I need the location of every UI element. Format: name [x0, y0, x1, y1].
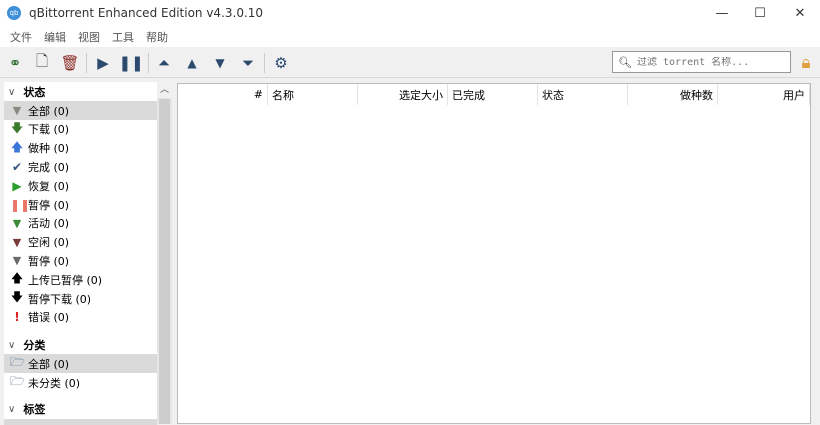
item-label: 暂停 (0) [28, 254, 70, 268]
item-label: 错误 (0) [28, 311, 70, 325]
filter-icon: ▼ [12, 235, 22, 249]
chevron-down-icon: ∨ [8, 339, 16, 351]
resume-icon[interactable]: ▶ [92, 52, 114, 74]
menu-view[interactable]: 视图 [78, 29, 100, 45]
pause-icon: ❚❚ [10, 197, 31, 212]
status-filter-item[interactable]: ! 错误 (0) [4, 308, 157, 327]
item-label: 暂停下载 (0) [28, 292, 92, 306]
item-label: 恢复 (0) [28, 179, 70, 193]
chevron-down-icon: ∨ [8, 86, 16, 98]
column-header-size[interactable]: 选定大小 [358, 84, 448, 105]
window-edge [812, 83, 820, 424]
column-header-name[interactable]: 名称 [268, 84, 358, 105]
search-box[interactable]: 🔍︎ [612, 51, 791, 73]
move-down-icon[interactable]: ▼ [209, 52, 231, 74]
status-section-header[interactable]: ∨ 状态 [4, 83, 45, 101]
filter-icon: ▼ [12, 216, 22, 230]
item-label: 下载 (0) [28, 123, 70, 137]
move-top-icon[interactable]: ⏶ [153, 52, 175, 74]
column-header-seeds[interactable]: 做种数 [628, 84, 718, 105]
item-label: 做种 (0) [28, 142, 70, 156]
status-filter-item[interactable]: 🡅 做种 (0) [4, 139, 157, 158]
maximize-button[interactable]: ☐ [742, 0, 778, 26]
column-header-status[interactable]: 状态 [538, 84, 628, 105]
item-label: 活动 (0) [28, 217, 70, 231]
column-header-peers[interactable]: 用户 [718, 84, 810, 105]
status-filter-item[interactable]: ▼ 空闲 (0) [4, 233, 157, 252]
minimize-button[interactable]: — [704, 0, 740, 26]
category-item-uncategorized[interactable]: 🗁 未分类 (0) [4, 373, 157, 392]
filter-icon: ▼ [12, 254, 22, 268]
status-filter-item[interactable]: 🡇 暂停下载 (0) [4, 289, 157, 308]
scrollbar-thumb[interactable] [159, 99, 170, 424]
item-label: 空闲 (0) [28, 236, 70, 250]
scroll-up-icon[interactable]: ︿ [157, 82, 172, 98]
title-bar: qb qBittorrent Enhanced Edition v4.3.0.1… [0, 0, 820, 26]
column-header-number[interactable]: # [178, 84, 268, 105]
menu-bar: 文件 编辑 视图 工具 帮助 [0, 26, 820, 47]
options-gear-icon[interactable]: ⚙ [270, 52, 292, 74]
sidebar-scrollbar[interactable]: ︿ [157, 82, 172, 424]
add-torrent-file-icon[interactable]: 🗋 [31, 52, 53, 74]
category-item-all[interactable]: 🗁 全部 (0) [4, 354, 157, 373]
move-bottom-icon[interactable]: ⏷ [237, 52, 259, 74]
item-label: 全部 (0) [28, 104, 70, 118]
tags-section-header[interactable]: ∨ 标签 [4, 400, 45, 418]
search-input[interactable] [636, 56, 787, 68]
check-icon: ✔ [11, 159, 23, 174]
status-filter-item[interactable]: ▼ 全部 (0) [4, 101, 157, 120]
move-up-icon[interactable]: ▲ [181, 52, 203, 74]
section-title: 标签 [23, 403, 46, 416]
arrow-up-icon: 🡅 [10, 139, 24, 154]
section-title: 状态 [23, 86, 46, 99]
section-title: 分类 [23, 339, 46, 352]
status-filter-item[interactable]: ❚❚ 暂停 (0) [4, 195, 157, 214]
lock-icon[interactable]: 🔒︎ [795, 52, 817, 74]
filter-sidebar: ∨ 状态 ▼ 全部 (0) 🡇 下载 (0) 🡅 做种 (0) ✔ 完成 (0) ▶ 恢复 (0) ❚… [4, 82, 157, 425]
menu-help[interactable]: 帮助 [146, 29, 168, 45]
menu-tools[interactable]: 工具 [112, 29, 134, 45]
toolbar: ⚭ 🗋 🗑 ▶ ❚❚ ⏶ ▲ ▼ ⏷ ⚙ 🔍︎ 🔒︎ [0, 47, 820, 78]
folder-icon: 🗁 [10, 374, 25, 388]
window-title: qBittorrent Enhanced Edition v4.3.0.10 [29, 6, 264, 20]
torrent-table: # 名称 选定大小 已完成 状态 做种数 用户 [177, 83, 811, 424]
status-filter-item[interactable]: ✔ 完成 (0) [4, 157, 157, 176]
status-filter-item[interactable]: 🡅 上传已暂停 (0) [4, 270, 157, 289]
filter-icon: ▼ [12, 104, 22, 117]
pause-icon[interactable]: ❚❚ [118, 52, 143, 74]
delete-icon[interactable]: 🗑 [59, 52, 81, 74]
category-section-header[interactable]: ∨ 分类 [4, 336, 45, 354]
item-label: 暂停 (0) [28, 198, 70, 212]
item-label: 完成 (0) [28, 160, 70, 174]
status-filter-item[interactable]: ▶ 恢复 (0) [4, 176, 157, 195]
add-torrent-link-icon[interactable]: ⚭ [4, 52, 26, 74]
item-label: 未分类 (0) [28, 376, 81, 390]
status-filter-item[interactable]: 🡇 下载 (0) [4, 120, 157, 139]
menu-edit[interactable]: 编辑 [44, 29, 66, 45]
item-label: 上传已暂停 (0) [28, 273, 103, 287]
menu-file[interactable]: 文件 [10, 29, 32, 45]
folder-icon: 🗁 [10, 355, 25, 369]
play-icon: ▶ [12, 178, 22, 193]
item-label: 全部 (0) [28, 357, 70, 371]
tag-item-all[interactable] [4, 419, 157, 425]
app-logo-icon: qb [7, 6, 21, 20]
status-filter-item[interactable]: ▼ 活动 (0) [4, 214, 157, 233]
status-filter-item[interactable]: ▼ 暂停 (0) [4, 251, 157, 270]
search-icon: 🔍︎ [618, 55, 632, 69]
arrow-down-icon: 🡇 [10, 290, 24, 304]
column-header-progress[interactable]: 已完成 [448, 84, 538, 105]
exclamation-icon: ! [14, 310, 20, 325]
chevron-down-icon: ∨ [8, 403, 16, 415]
close-button[interactable]: ✕ [782, 0, 818, 26]
